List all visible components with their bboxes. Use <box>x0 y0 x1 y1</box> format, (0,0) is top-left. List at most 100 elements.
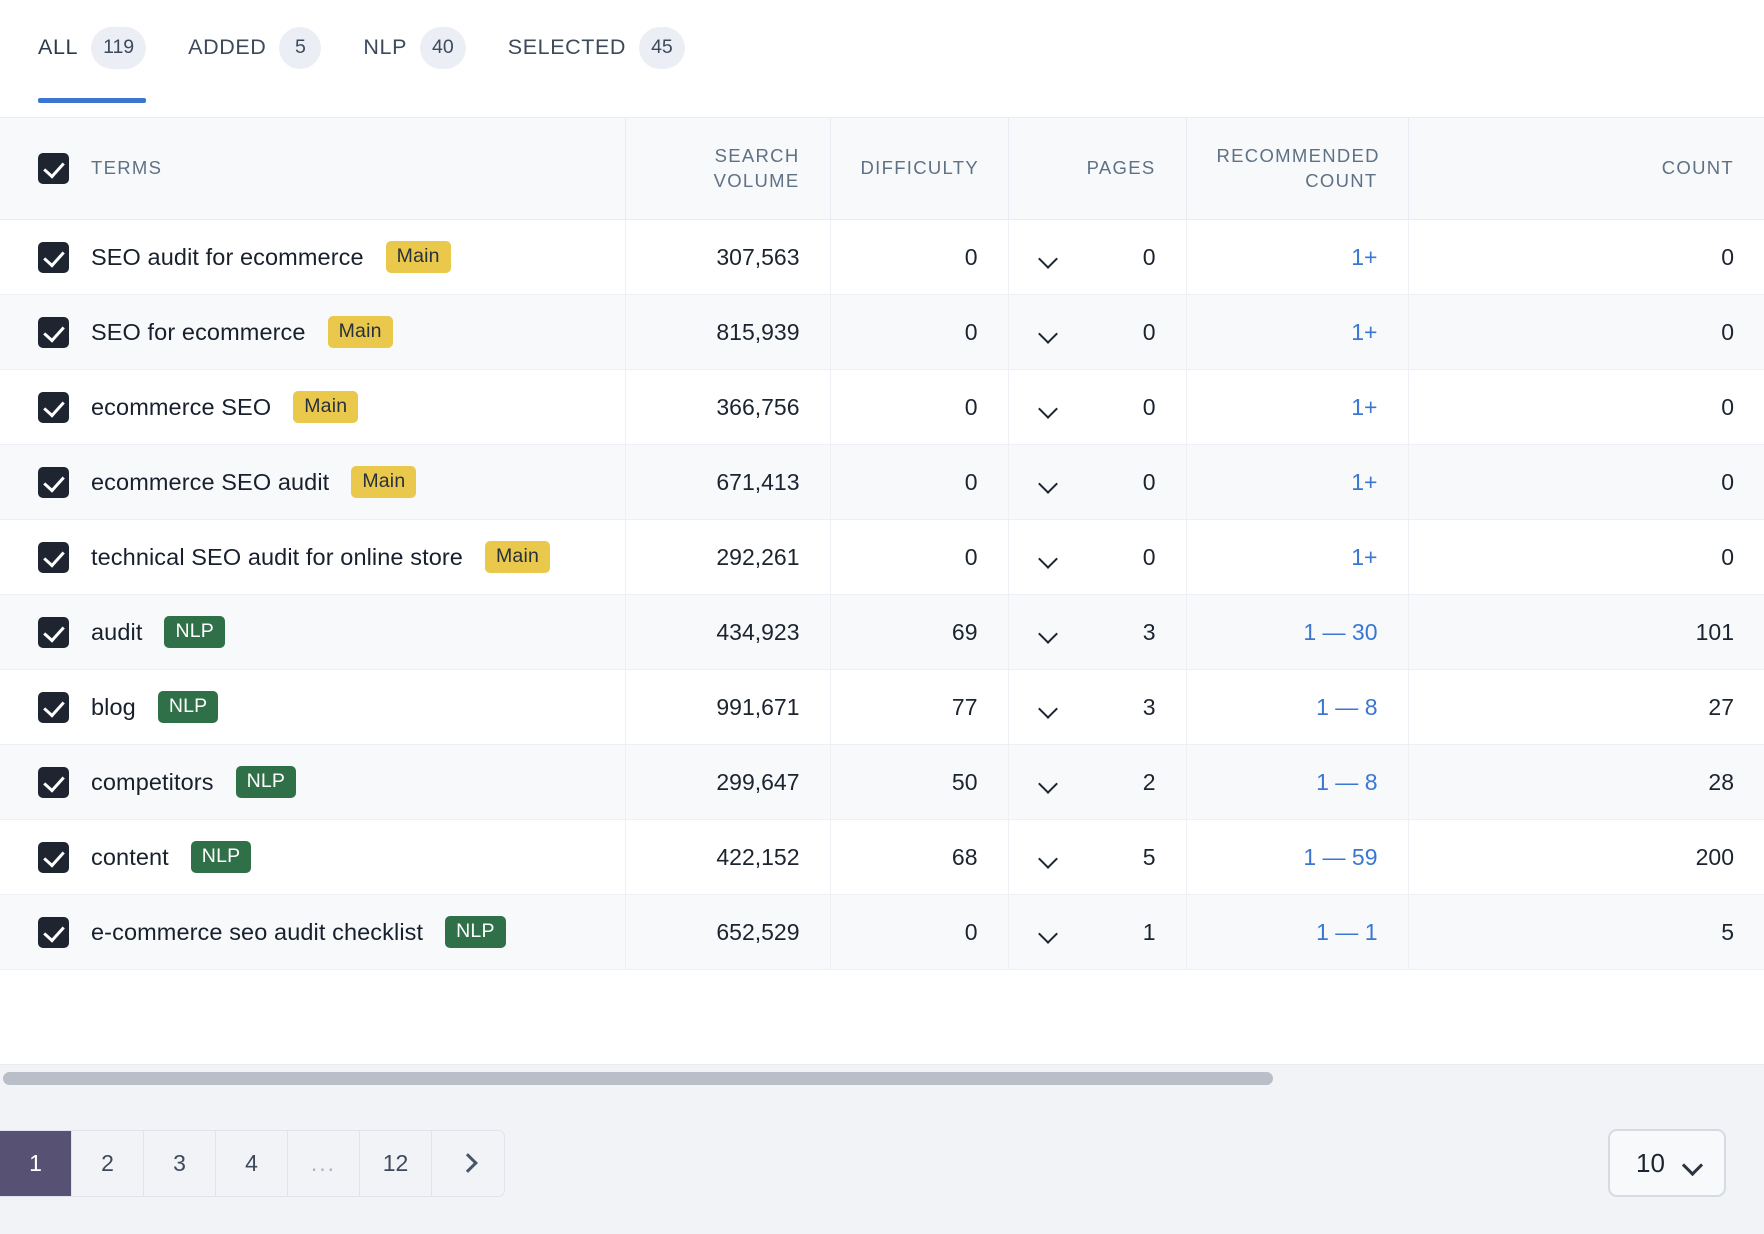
recommended-count-link[interactable]: 1+ <box>1351 394 1377 420</box>
column-header-terms[interactable]: TERMS <box>0 118 625 220</box>
cell-count: 101 <box>1408 595 1764 670</box>
horizontal-scrollbar[interactable] <box>0 1064 1764 1092</box>
cell-count: 0 <box>1408 520 1764 595</box>
chevron-down-icon[interactable] <box>1039 477 1058 488</box>
cell-recommended-count: 1 — 8 <box>1186 670 1408 745</box>
cell-difficulty: 77 <box>830 670 1008 745</box>
chevron-down-icon[interactable] <box>1039 627 1058 638</box>
tab-all[interactable]: ALL119 <box>38 0 164 117</box>
cell-term: contentNLP <box>0 820 625 895</box>
table-row[interactable]: contentNLP422,1526851 — 59200 <box>0 820 1764 895</box>
cell-term: e-commerce seo audit checklistNLP <box>0 895 625 970</box>
cell-search-volume: 299,647 <box>625 745 830 820</box>
cell-recommended-count: 1 — 8 <box>1186 745 1408 820</box>
pagination-page-2[interactable]: 2 <box>72 1131 144 1196</box>
chevron-down-icon[interactable] <box>1039 327 1058 338</box>
column-header-pages[interactable]: PAGES <box>1008 118 1186 220</box>
tab-selected[interactable]: SELECTED 45 <box>508 0 703 117</box>
cell-count: 0 <box>1408 295 1764 370</box>
chevron-down-icon[interactable] <box>1039 552 1058 563</box>
chevron-down-icon[interactable] <box>1039 702 1058 713</box>
term-label: ecommerce SEO audit <box>91 469 329 496</box>
pagination: 1234...12 <box>0 1130 505 1197</box>
recommended-count-link[interactable]: 1 — 1 <box>1316 919 1377 945</box>
row-checkbox[interactable] <box>38 317 69 348</box>
cell-recommended-count: 1+ <box>1186 370 1408 445</box>
table-row[interactable]: ecommerce SEOMain366,756001+0 <box>0 370 1764 445</box>
tab-label: SELECTED <box>508 35 626 60</box>
recommended-count-link[interactable]: 1+ <box>1351 319 1377 345</box>
recommended-count-link[interactable]: 1 — 8 <box>1316 769 1377 795</box>
pagination-page-12[interactable]: 12 <box>360 1131 432 1196</box>
cell-count: 28 <box>1408 745 1764 820</box>
column-header-count[interactable]: COUNT <box>1408 118 1764 220</box>
row-checkbox[interactable] <box>38 842 69 873</box>
cell-pages: 0 <box>1008 520 1186 595</box>
recommended-count-link[interactable]: 1+ <box>1351 544 1377 570</box>
tab-nlp[interactable]: NLP40 <box>363 0 483 117</box>
table-footer: 1234...12 10 <box>0 1092 1764 1234</box>
pages-value: 3 <box>1143 619 1156 646</box>
horizontal-scrollbar-thumb[interactable] <box>3 1072 1273 1085</box>
pagination-page-4[interactable]: 4 <box>216 1131 288 1196</box>
pagination-page-3[interactable]: 3 <box>144 1131 216 1196</box>
cell-recommended-count: 1 — 1 <box>1186 895 1408 970</box>
recommended-count-link[interactable]: 1+ <box>1351 244 1377 270</box>
header-row: TERMS SEARCH VOLUME DIFFICULTY PAGES REC… <box>0 118 1764 220</box>
cell-term: SEO audit for ecommerceMain <box>0 220 625 295</box>
cell-recommended-count: 1 — 30 <box>1186 595 1408 670</box>
term-badge: NLP <box>236 766 297 798</box>
cell-difficulty: 50 <box>830 745 1008 820</box>
chevron-down-icon[interactable] <box>1039 927 1058 938</box>
recommended-count-link[interactable]: 1 — 8 <box>1316 694 1377 720</box>
table-row[interactable]: auditNLP434,9236931 — 30101 <box>0 595 1764 670</box>
table-row[interactable]: SEO for ecommerceMain815,939001+0 <box>0 295 1764 370</box>
term-badge: NLP <box>158 691 219 723</box>
table-row[interactable]: SEO audit for ecommerceMain307,563001+0 <box>0 220 1764 295</box>
column-header-difficulty[interactable]: DIFFICULTY <box>830 118 1008 220</box>
chevron-down-icon[interactable] <box>1039 777 1058 788</box>
row-checkbox[interactable] <box>38 692 69 723</box>
cell-search-volume: 991,671 <box>625 670 830 745</box>
cell-pages: 3 <box>1008 670 1186 745</box>
table-row[interactable]: e-commerce seo audit checklistNLP652,529… <box>0 895 1764 970</box>
tab-bar: ALL119ADDED5NLP40 SELECTED 45 <box>0 0 1764 117</box>
cell-difficulty: 0 <box>830 445 1008 520</box>
row-checkbox[interactable] <box>38 542 69 573</box>
row-checkbox[interactable] <box>38 617 69 648</box>
terms-table: TERMS SEARCH VOLUME DIFFICULTY PAGES REC… <box>0 117 1764 970</box>
tab-active-indicator <box>38 98 146 103</box>
recommended-count-link[interactable]: 1 — 59 <box>1303 844 1377 870</box>
pagination-next-button[interactable] <box>432 1131 504 1196</box>
chevron-down-icon[interactable] <box>1039 252 1058 263</box>
term-label: e-commerce seo audit checklist <box>91 919 423 946</box>
table-row[interactable]: technical SEO audit for online storeMain… <box>0 520 1764 595</box>
row-checkbox[interactable] <box>38 467 69 498</box>
chevron-down-icon[interactable] <box>1039 852 1058 863</box>
table-row[interactable]: ecommerce SEO auditMain671,413001+0 <box>0 445 1764 520</box>
column-header-search-volume[interactable]: SEARCH VOLUME <box>625 118 830 220</box>
row-checkbox[interactable] <box>38 767 69 798</box>
row-checkbox[interactable] <box>38 392 69 423</box>
tab-count-badge: 45 <box>639 27 685 69</box>
recommended-count-link[interactable]: 1+ <box>1351 469 1377 495</box>
cell-pages: 0 <box>1008 370 1186 445</box>
page-size-select[interactable]: 10 <box>1608 1129 1726 1197</box>
cell-pages: 1 <box>1008 895 1186 970</box>
cell-search-volume: 307,563 <box>625 220 830 295</box>
tab-added[interactable]: ADDED5 <box>188 0 339 117</box>
recommended-count-link[interactable]: 1 — 30 <box>1303 619 1377 645</box>
select-all-checkbox[interactable] <box>38 153 69 184</box>
row-checkbox[interactable] <box>38 242 69 273</box>
row-checkbox[interactable] <box>38 917 69 948</box>
cell-difficulty: 0 <box>830 520 1008 595</box>
term-badge: Main <box>328 316 393 348</box>
cell-term: auditNLP <box>0 595 625 670</box>
column-header-recommended-count[interactable]: RECOMMENDED COUNT <box>1186 118 1408 220</box>
table-row[interactable]: blogNLP991,6717731 — 827 <box>0 670 1764 745</box>
table-row[interactable]: competitorsNLP299,6475021 — 828 <box>0 745 1764 820</box>
cell-pages: 0 <box>1008 295 1186 370</box>
chevron-down-icon[interactable] <box>1039 402 1058 413</box>
cell-count: 0 <box>1408 220 1764 295</box>
pagination-page-1[interactable]: 1 <box>0 1131 72 1196</box>
